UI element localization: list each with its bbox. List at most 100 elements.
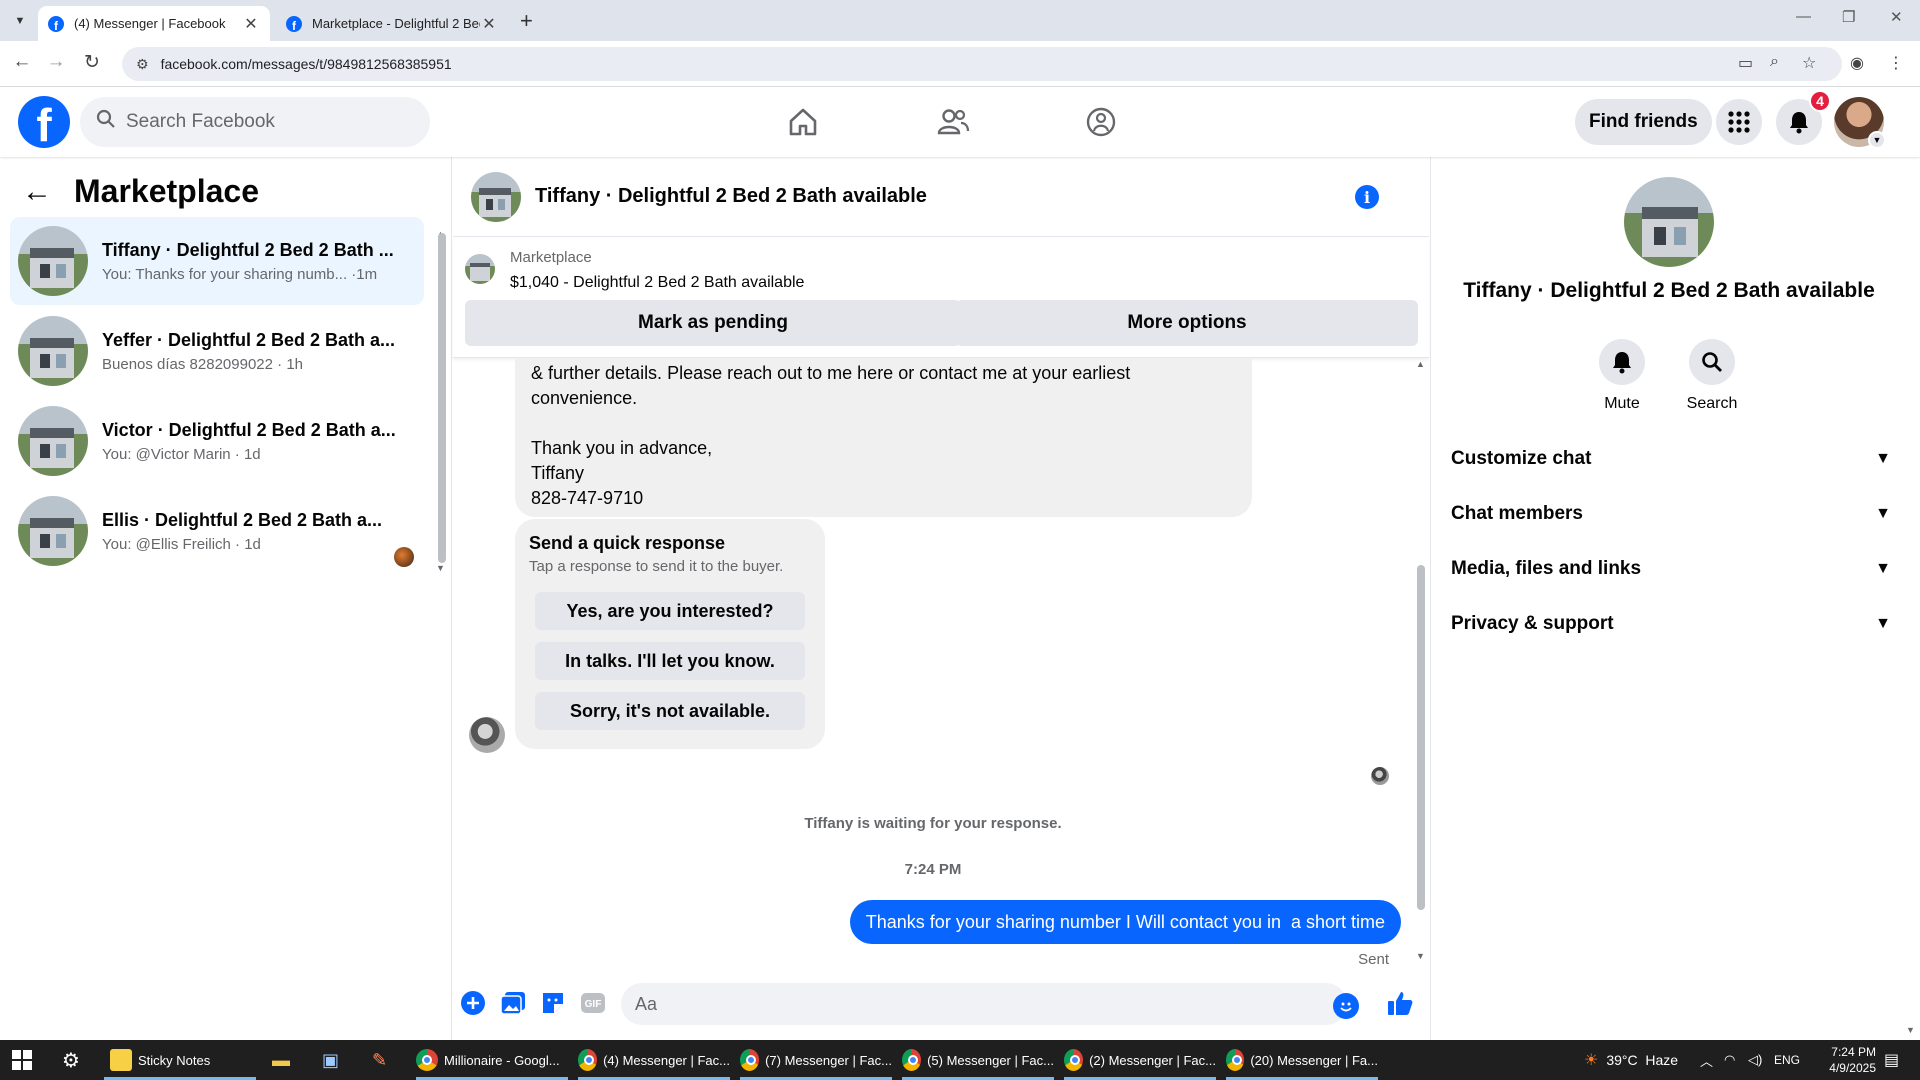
tab-close-icon[interactable]: ✕	[480, 14, 498, 34]
media-files-links-section[interactable]: Media, files and links ▼	[1451, 547, 1891, 591]
minimize-icon[interactable]: —	[1796, 8, 1811, 25]
wifi-icon[interactable]: ◠	[1724, 1040, 1735, 1080]
forward-icon[interactable]: →	[44, 51, 68, 73]
scroll-up-arrow-icon[interactable]: ▲	[1416, 359, 1425, 369]
plus-circle-icon[interactable]	[459, 989, 487, 1017]
taskbar-messenger-7[interactable]: (7) Messenger | Fac...	[740, 1040, 892, 1080]
paint-app-icon[interactable]: ✎	[372, 1040, 387, 1080]
back-icon[interactable]: ←	[10, 51, 34, 73]
groups-icon[interactable]	[1078, 99, 1124, 145]
browser-tab-messenger[interactable]: f (4) Messenger | Facebook ✕	[38, 6, 270, 41]
mute-action[interactable]: Mute	[1577, 339, 1667, 413]
taskbar-messenger-2[interactable]: (2) Messenger | Fac...	[1064, 1040, 1216, 1080]
taskbar-messenger-5[interactable]: (5) Messenger | Fac...	[902, 1040, 1054, 1080]
tray-overflow-chevron-icon[interactable]: ︿	[1700, 1040, 1713, 1080]
install-app-icon[interactable]: ▭	[1738, 53, 1753, 73]
taskbar-label: (7) Messenger | Fac...	[765, 1052, 892, 1068]
back-arrow-icon[interactable]: ←	[22, 175, 52, 209]
photo-gallery-icon[interactable]	[499, 989, 527, 1017]
bookmark-star-icon[interactable]: ☆	[1802, 53, 1816, 73]
listing-title[interactable]: $1,040 - Delightful 2 Bed 2 Bath availab…	[510, 274, 804, 292]
privacy-support-section[interactable]: Privacy & support ▼	[1451, 602, 1891, 646]
mark-as-pending-button[interactable]: Mark as pending	[465, 300, 961, 346]
message-line: Thank you in advance,	[531, 438, 713, 458]
chevron-down-icon: ▼	[1875, 450, 1891, 467]
conversation-sidebar: ← Marketplace Tiffany · Delightful 2 Bed…	[0, 157, 452, 1040]
taskbar-messenger-4[interactable]: (4) Messenger | Fac...	[578, 1040, 730, 1080]
new-tab-icon[interactable]: +	[520, 8, 533, 34]
scroll-down-arrow-icon[interactable]: ▼	[436, 563, 445, 573]
account-avatar[interactable]: ▼	[1834, 97, 1886, 149]
search-icon[interactable]	[1689, 339, 1735, 385]
photos-app-icon[interactable]: ▣	[322, 1040, 339, 1080]
tab-close-icon[interactable]: ✕	[242, 14, 260, 34]
sidebar-scrollbar[interactable]	[438, 233, 446, 563]
search-input[interactable]	[126, 111, 386, 133]
emoji-icon[interactable]	[1333, 993, 1359, 1019]
quick-response-in-talks-button[interactable]: In talks. I'll let you know.	[535, 642, 805, 680]
volume-icon[interactable]: ◁)	[1748, 1040, 1762, 1080]
page-scroll-down-arrow-icon[interactable]: ▼	[1906, 1025, 1915, 1035]
friends-icon[interactable]	[930, 99, 976, 145]
gif-icon[interactable]: GIF	[579, 989, 607, 1017]
quick-response-yes-button[interactable]: Yes, are you interested?	[535, 592, 805, 630]
details-avatar[interactable]	[1624, 177, 1714, 267]
clock-time: 7:24 PM	[1831, 1045, 1876, 1059]
facebook-search[interactable]	[80, 97, 430, 147]
thumbs-up-icon[interactable]	[1386, 989, 1414, 1017]
zoom-icon[interactable]: ⌕	[1770, 53, 1779, 71]
site-info-icon[interactable]: ⚙	[136, 56, 149, 73]
message-input[interactable]	[621, 983, 1347, 1025]
facebook-logo-icon[interactable]: f	[18, 96, 70, 148]
language-indicator[interactable]: ENG	[1774, 1040, 1800, 1080]
conversation-item-tiffany[interactable]: Tiffany · Delightful 2 Bed 2 Bath ... Yo…	[10, 217, 424, 305]
house-photo	[1624, 177, 1714, 267]
weather-widget[interactable]: ☀ 39°C Haze	[1584, 1040, 1678, 1080]
message-line	[531, 411, 1236, 436]
settings-gear-icon[interactable]: ⚙	[62, 1040, 80, 1080]
browser-menu-icon[interactable]: ⋮	[1888, 53, 1904, 73]
browser-tab-marketplace[interactable]: f Marketplace - Delightful 2 Bed ✕	[276, 6, 508, 41]
conversation-item-yeffer[interactable]: Yeffer · Delightful 2 Bed 2 Bath a... Bu…	[10, 307, 424, 395]
chat-scrollbar[interactable]	[1417, 565, 1425, 910]
conversation-item-ellis[interactable]: Ellis · Delightful 2 Bed 2 Bath a... You…	[10, 487, 424, 575]
chat-members-section[interactable]: Chat members ▼	[1451, 492, 1891, 536]
incoming-message-bubble: & further details. Please reach out to m…	[515, 359, 1252, 517]
address-bar[interactable]: ⚙ facebook.com/messages/t/98498125683859…	[122, 47, 1842, 81]
home-icon[interactable]	[780, 99, 826, 145]
info-icon[interactable]: i	[1355, 185, 1379, 209]
conversation-item-victor[interactable]: Victor · Delightful 2 Bed 2 Bath a... Yo…	[10, 397, 424, 485]
restore-icon[interactable]: ❐	[1842, 8, 1855, 26]
conversation-avatar	[18, 316, 88, 386]
find-friends-button[interactable]: Find friends	[1575, 99, 1712, 145]
reload-icon[interactable]: ↻	[80, 51, 104, 74]
chat-avatar[interactable]	[471, 171, 521, 222]
profile-icon[interactable]: ◉	[1850, 53, 1864, 73]
more-options-button[interactable]: More options	[956, 300, 1418, 346]
sticker-icon[interactable]	[539, 989, 567, 1017]
chrome-icon	[902, 1049, 922, 1071]
message-line: & further details. Please reach out to m…	[531, 363, 1131, 383]
file-explorer-icon[interactable]: ▬	[272, 1040, 290, 1080]
notification-center-icon[interactable]: ▤	[1884, 1040, 1899, 1080]
bell-icon[interactable]	[1599, 339, 1645, 385]
menu-grid-icon[interactable]	[1716, 99, 1762, 145]
search-action[interactable]: Search	[1667, 339, 1757, 413]
taskbar-messenger-20[interactable]: (20) Messenger | Fa...	[1226, 1040, 1378, 1080]
window-close-icon[interactable]: ✕	[1890, 8, 1903, 26]
taskbar-label: Sticky Notes	[138, 1052, 211, 1068]
section-label: Chat members	[1451, 503, 1583, 524]
sender-avatar[interactable]	[469, 717, 505, 753]
quick-response-not-available-button[interactable]: Sorry, it's not available.	[535, 692, 805, 730]
chat-title[interactable]: Tiffany · Delightful 2 Bed 2 Bath availa…	[535, 185, 927, 208]
tab-search-chevron-icon[interactable]: ▼	[8, 9, 32, 33]
section-label: Customize chat	[1451, 448, 1592, 469]
customize-chat-section[interactable]: Customize chat ▼	[1451, 437, 1891, 481]
taskbar-chrome-millionaire[interactable]: Millionaire - Googl...	[416, 1040, 568, 1080]
message-thread[interactable]: & further details. Please reach out to m…	[453, 359, 1429, 967]
scroll-down-arrow-icon[interactable]: ▼	[1416, 951, 1425, 961]
taskbar-sticky-notes[interactable]: Sticky Notes	[104, 1040, 256, 1080]
taskbar-label: (4) Messenger | Fac...	[603, 1052, 730, 1068]
windows-start-icon[interactable]	[12, 1040, 32, 1080]
system-clock[interactable]: 7:24 PM 4/9/2025	[1820, 1040, 1876, 1080]
